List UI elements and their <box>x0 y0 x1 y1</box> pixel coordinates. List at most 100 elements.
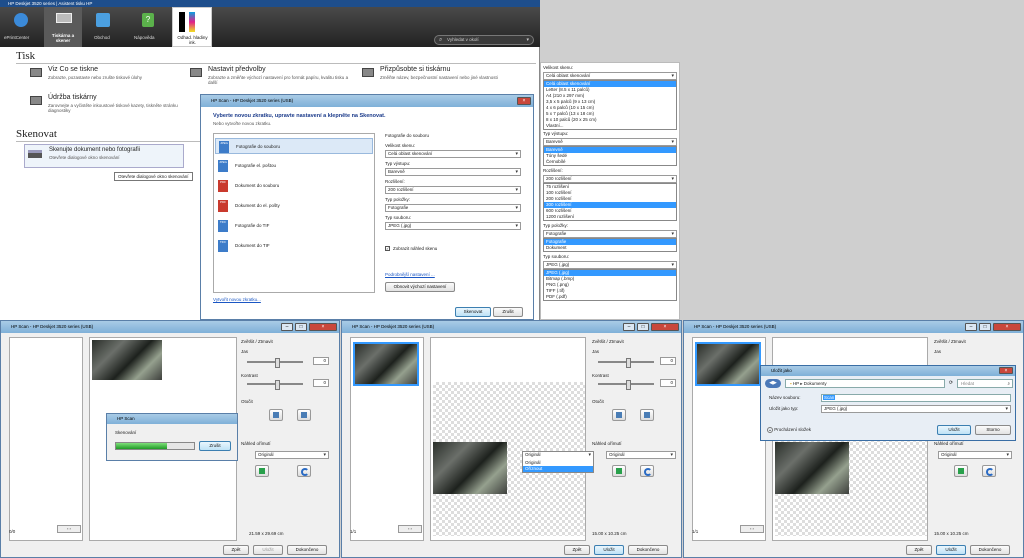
print-item-customize[interactable]: Přizpůsobte si tiskárnu Změňte název, be… <box>362 66 532 94</box>
done-button[interactable]: Dokončeno <box>628 545 668 555</box>
reset-defaults-button[interactable]: Obnovit výchozí nastavení <box>385 282 455 292</box>
more-settings-link[interactable]: Podrobnější nastavení ... <box>385 272 435 277</box>
search-field[interactable]: Hledat ⌕ <box>957 379 1013 388</box>
filename-input[interactable]: Scan <box>821 394 1011 402</box>
undo-button[interactable] <box>982 465 996 477</box>
close-icon[interactable]: × <box>993 323 1021 331</box>
rotate-left-button[interactable] <box>269 409 283 421</box>
contrast-value[interactable]: 0 <box>313 379 329 387</box>
scan-document-item[interactable]: Skenujte dokument nebo fotografii Otevře… <box>24 144 184 168</box>
print-item-queue[interactable]: Viz Co se tiskne Zobrazte, pozastavte ne… <box>30 66 200 86</box>
cancel-button[interactable]: Zrušit <box>493 307 523 317</box>
shortcut-item[interactable]: TIFF Fotografie do TIF <box>215 218 373 234</box>
contrast-slider[interactable] <box>247 380 303 390</box>
item-type-select[interactable]: Fotografie <box>385 204 521 212</box>
maximize-icon[interactable]: □ <box>295 323 307 331</box>
rotate-right-button[interactable] <box>640 409 654 421</box>
maximize-icon[interactable]: □ <box>979 323 991 331</box>
close-icon[interactable]: × <box>651 323 679 331</box>
print-item-maintenance[interactable]: Údržba tiskárny Zarovnejte a vyčistěte i… <box>30 94 200 120</box>
save-as-cancel-button[interactable]: Storno <box>975 425 1011 435</box>
brightness-slider[interactable] <box>598 358 654 368</box>
page-thumbnail[interactable] <box>695 342 761 386</box>
item-type-select[interactable]: Fotografie <box>543 230 677 238</box>
crop-button[interactable] <box>255 465 269 477</box>
shortcut-item[interactable]: JPEG Fotografie do souboru <box>215 138 373 154</box>
page-nav-buttons[interactable]: ‹ › <box>398 525 422 533</box>
page-nav-buttons[interactable]: ‹ › <box>740 525 764 533</box>
contrast-value[interactable]: 0 <box>660 379 676 387</box>
preview-crop-select[interactable]: Originál <box>523 452 593 460</box>
maximize-icon[interactable]: □ <box>637 323 649 331</box>
minimize-icon[interactable]: – <box>623 323 635 331</box>
preview-crop-select[interactable]: Originál <box>255 451 329 459</box>
color-select[interactable]: Barevně <box>543 138 677 146</box>
list-item[interactable]: Dokument <box>544 245 676 251</box>
window-titlebar: HP Scan - HP Deskjet 3520 series (USB) –… <box>342 321 681 333</box>
brightness-value[interactable]: 0 <box>660 357 676 365</box>
back-button[interactable]: Zpět <box>906 545 932 555</box>
brightness-value[interactable]: 0 <box>313 357 329 365</box>
brightness-slider[interactable] <box>247 358 303 368</box>
list-item[interactable]: 1200 rozlišení <box>544 214 676 220</box>
rotate-left-button[interactable] <box>612 409 626 421</box>
search-box[interactable]: ⌕ Vyhledat v okolí ▾ <box>434 35 534 45</box>
undo-button[interactable] <box>297 465 311 477</box>
shortcut-item[interactable]: PDF Dokument do souboru <box>215 178 373 194</box>
contrast-slider[interactable] <box>598 380 654 390</box>
tab-shop[interactable]: Obchod <box>86 9 120 45</box>
tab-ink-levels[interactable]: Odhad. hladiny ink. <box>172 7 212 47</box>
page-thumbnail[interactable] <box>353 342 419 386</box>
tab-printer-scanner[interactable]: Tiskárna a skener <box>44 7 82 47</box>
minimize-icon[interactable]: – <box>965 323 977 331</box>
close-icon[interactable]: × <box>309 323 337 331</box>
rotate-right-button[interactable] <box>297 409 311 421</box>
save-button[interactable]: Uložit <box>594 545 624 555</box>
refresh-icon[interactable]: ⟳ <box>947 379 955 388</box>
preview-crop-select[interactable]: Originál <box>938 451 1012 459</box>
save-button[interactable]: Uložit <box>936 545 966 555</box>
size-select[interactable]: Celá oblast skenování <box>543 72 677 80</box>
resolution-select[interactable]: 200 rozlišení <box>543 175 677 183</box>
tab-eprintcenter[interactable]: ePrintCenter <box>2 9 40 45</box>
browse-folders-toggle[interactable]: ▴ Procházení složek <box>767 426 847 434</box>
undo-button[interactable] <box>640 465 654 477</box>
file-type-select[interactable]: JPEG (.jpg) <box>385 222 521 230</box>
shortcut-item[interactable]: PDF Dokument do el. pošty <box>215 198 373 214</box>
resolution-select[interactable]: 200 rozlišení <box>385 186 521 194</box>
window-title: HP Scan - HP Deskjet 3520 series (USB) <box>11 324 94 329</box>
crop-button[interactable] <box>612 465 626 477</box>
tab-help[interactable]: ? Nápověda <box>130 9 166 45</box>
scan-button[interactable]: Skenovat <box>455 307 491 317</box>
back-button[interactable]: Zpět <box>564 545 590 555</box>
list-item[interactable]: PDF (.pdf) <box>544 294 676 300</box>
save-as-save-button[interactable]: Uložit <box>937 425 971 435</box>
preview-crop-select[interactable]: Originál <box>606 451 676 459</box>
shortcut-item[interactable]: JPEG Fotografie el. poštou <box>215 158 373 174</box>
page-nav-buttons[interactable]: ‹ › <box>57 525 81 533</box>
print-item-preferences[interactable]: Nastavit předvolby Zobrazte a změňte výc… <box>190 66 360 94</box>
done-button[interactable]: Dokončeno <box>970 545 1010 555</box>
crop-button[interactable] <box>954 465 968 477</box>
create-shortcut-link[interactable]: Vytvořit novou zkratku... <box>213 297 261 302</box>
close-icon[interactable]: × <box>517 97 531 105</box>
list-item[interactable]: Vlastní... <box>544 123 676 129</box>
size-label: Velikost skenu: <box>385 143 416 148</box>
address-bar[interactable]: ▪ HP ▸ Dokumenty <box>785 379 945 388</box>
brightness-label: Jas <box>934 349 942 354</box>
save-type-select[interactable]: JPEG (.jpg) <box>821 405 1011 413</box>
back-forward-buttons[interactable]: ◀▶ <box>765 379 781 388</box>
progress-cancel-button[interactable]: Zrušit <box>199 441 231 451</box>
back-button[interactable]: Zpět <box>223 545 249 555</box>
color-select[interactable]: Barevně <box>385 168 521 176</box>
preview-checkbox[interactable]: ✓ <box>385 246 390 251</box>
list-item[interactable]: Oříznout <box>523 466 593 472</box>
shortcut-item[interactable]: TIFF Dokument do TIF <box>215 238 373 254</box>
file-type-select[interactable]: JPEG (.jpg) <box>543 261 677 269</box>
done-button[interactable]: Dokončeno <box>287 545 327 555</box>
list-item[interactable]: Černobílé <box>544 159 676 165</box>
minimize-icon[interactable]: – <box>281 323 293 331</box>
size-select[interactable]: Celá oblast skenování <box>385 150 521 158</box>
close-icon[interactable]: × <box>999 367 1013 374</box>
settings-title: Fotografie do souboru <box>385 133 430 138</box>
